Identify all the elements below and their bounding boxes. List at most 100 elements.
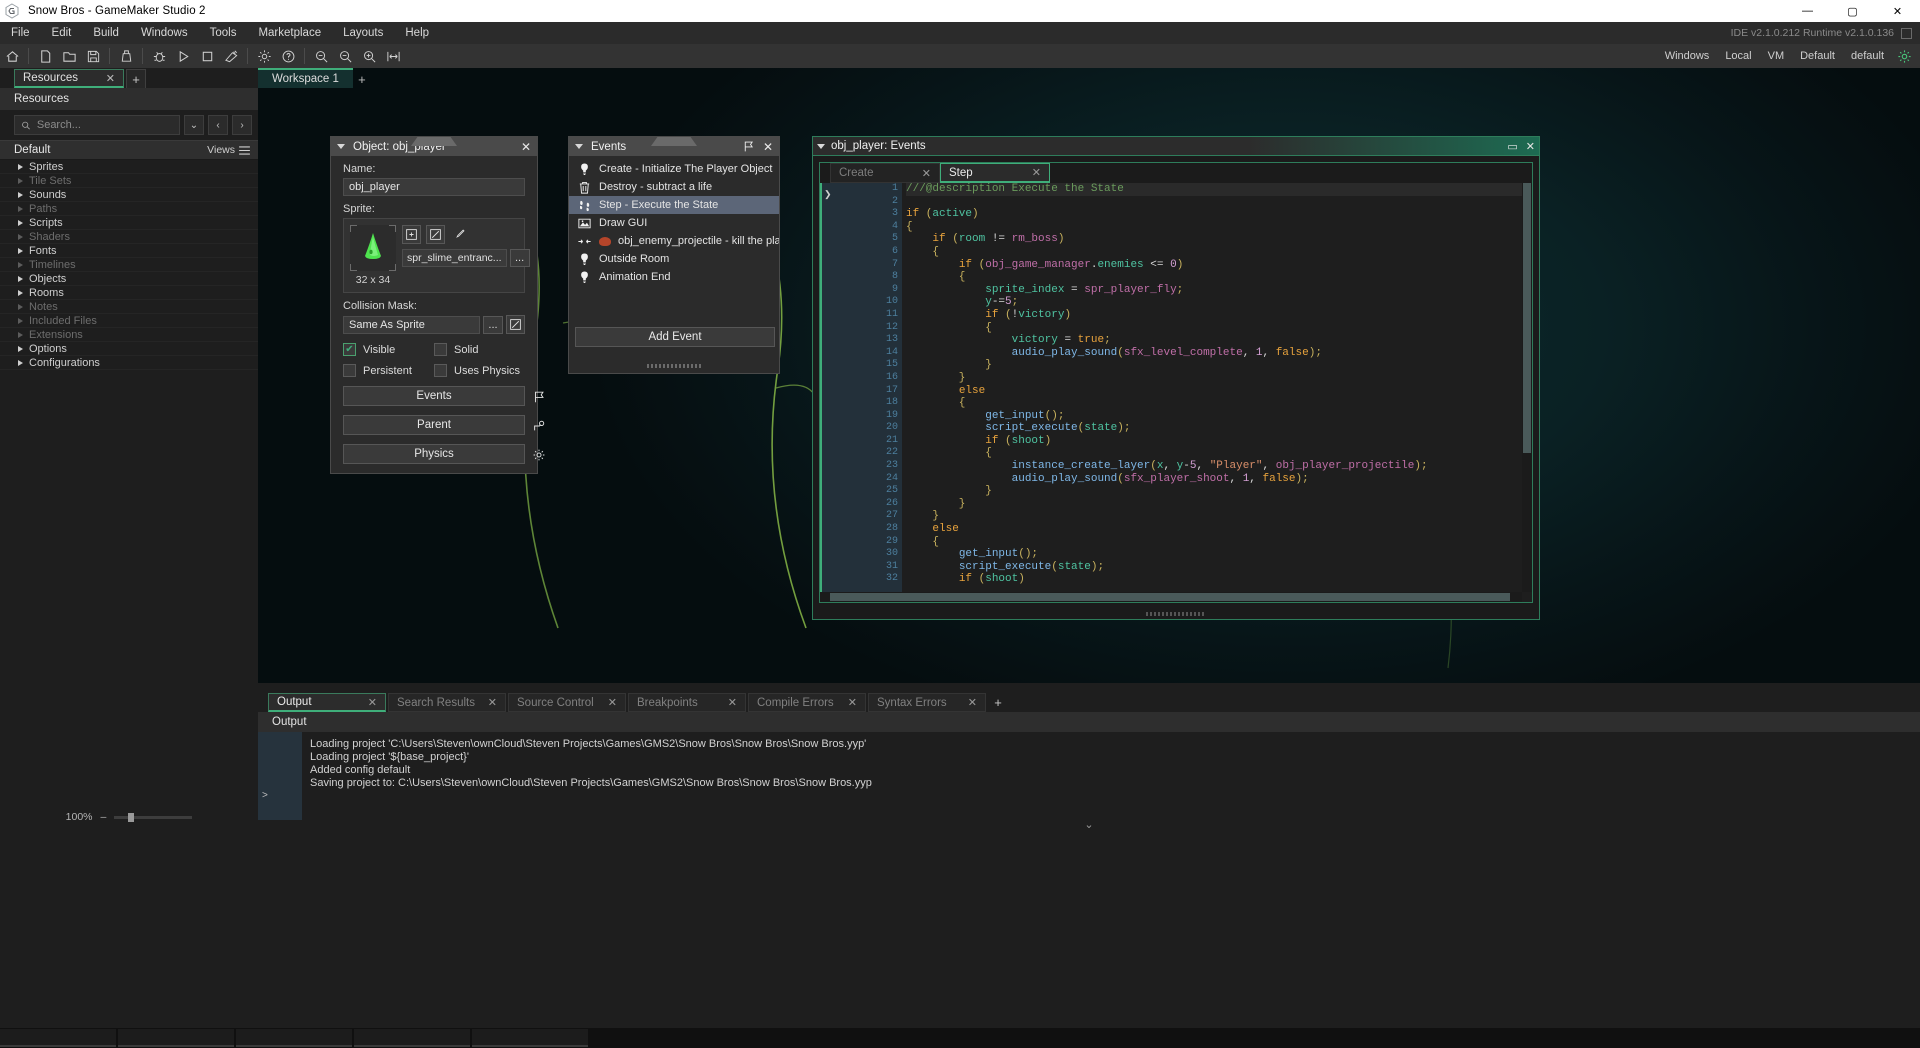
edit-sprite-icon[interactable] — [426, 225, 445, 244]
checkbox-box[interactable] — [434, 364, 447, 377]
tab-resources[interactable]: Resources ✕ — [14, 69, 124, 88]
gear-settings-icon[interactable] — [253, 46, 275, 66]
collapse-icon[interactable] — [817, 143, 825, 149]
code-window-titlebar[interactable]: obj_player: Events ▭ ✕ — [813, 137, 1539, 156]
code-vertical-scrollbar[interactable] — [1522, 183, 1532, 592]
scroll-thumb[interactable] — [830, 593, 1510, 601]
expand-triangle-icon[interactable] — [18, 303, 23, 310]
nav-forward-button[interactable]: › — [232, 115, 252, 135]
output-tab-breakpoints[interactable]: Breakpoints ✕ — [628, 693, 746, 712]
zoom-slider[interactable] — [114, 812, 193, 822]
resource-tree-item-rooms[interactable]: Rooms — [0, 286, 258, 300]
add-workspace-button[interactable]: + — [353, 70, 371, 88]
target-runtime[interactable]: VM — [1760, 50, 1793, 62]
nav-back-button[interactable]: ‹ — [208, 115, 228, 135]
taskbar-item[interactable] — [118, 1029, 234, 1047]
output-tab-close-icon[interactable]: ✕ — [728, 696, 737, 709]
stop-icon[interactable] — [196, 46, 218, 66]
events-window-titlebar[interactable]: Events ✕ — [569, 137, 779, 156]
taskbar-item[interactable] — [472, 1029, 588, 1047]
target-platform[interactable]: Windows — [1657, 50, 1718, 62]
resource-tree-item-fonts[interactable]: Fonts — [0, 244, 258, 258]
code-tab-close-icon[interactable]: ✕ — [922, 167, 931, 180]
zoom-in-icon[interactable] — [358, 46, 380, 66]
new-file-icon[interactable] — [34, 46, 56, 66]
maximize-button[interactable]: ▢ — [1830, 0, 1875, 22]
event-list-item[interactable]: Animation End — [569, 268, 779, 286]
checkbox-solid[interactable]: Solid — [434, 343, 525, 356]
event-list-item[interactable]: Create - Initialize The Player Object — [569, 160, 779, 178]
target-config[interactable]: Default — [1792, 50, 1843, 62]
menu-build[interactable]: Build — [82, 22, 130, 44]
taskbar-item[interactable] — [236, 1029, 352, 1047]
paint-brush-icon[interactable] — [450, 225, 469, 244]
resource-tree-item-scripts[interactable]: Scripts — [0, 216, 258, 230]
object-window-titlebar[interactable]: Object: obj_player ✕ — [331, 137, 537, 156]
menu-windows[interactable]: Windows — [130, 22, 199, 44]
resource-tree-item-sprites[interactable]: Sprites — [0, 160, 258, 174]
event-list-item[interactable]: Destroy - subtract a life — [569, 178, 779, 196]
expand-triangle-icon[interactable] — [18, 289, 23, 296]
target-profile[interactable]: default — [1843, 50, 1892, 62]
resource-tree-item-options[interactable]: Options — [0, 342, 258, 356]
menu-edit[interactable]: Edit — [41, 22, 83, 44]
expand-triangle-icon[interactable] — [18, 205, 23, 212]
expand-triangle-icon[interactable] — [18, 275, 23, 282]
checkbox-box[interactable] — [434, 343, 447, 356]
resource-group-default[interactable]: Default Views — [0, 140, 258, 160]
sprite-name-field[interactable]: spr_slime_entranc... — [402, 249, 507, 267]
object-editor-window[interactable]: Object: obj_player ✕ Name: obj_player Sp… — [330, 136, 545, 474]
add-panel-tab-button[interactable]: + — [126, 69, 146, 88]
resource-tree-item-extensions[interactable]: Extensions — [0, 328, 258, 342]
collapse-dock-chevron-icon[interactable]: ⌄ — [1084, 818, 1093, 831]
collision-mask-more-button[interactable]: ... — [483, 315, 503, 334]
event-list-item[interactable]: Step - Execute the State — [569, 196, 779, 214]
taskbar-item[interactable] — [354, 1029, 470, 1047]
code-fold-gutter[interactable] — [834, 183, 878, 602]
resource-tree-item-objects[interactable]: Objects — [0, 272, 258, 286]
minimize-button[interactable]: — — [1785, 0, 1830, 22]
resource-tree-item-paths[interactable]: Paths — [0, 202, 258, 216]
zoom-out-icon[interactable] — [310, 46, 332, 66]
code-window-minimize-icon[interactable]: ▭ — [1507, 140, 1517, 153]
expand-triangle-icon[interactable] — [18, 331, 23, 338]
resource-tree-item-shaders[interactable]: Shaders — [0, 230, 258, 244]
collision-mask-edit-icon[interactable] — [506, 315, 525, 334]
resize-grip[interactable] — [647, 364, 701, 368]
menu-file[interactable]: File — [0, 22, 41, 44]
events-button[interactable]: Events — [343, 386, 544, 406]
search-filter-chevron-icon[interactable]: ⌄ — [184, 115, 204, 135]
collision-mask-value[interactable]: Same As Sprite — [343, 315, 480, 334]
resource-tree-item-sounds[interactable]: Sounds — [0, 188, 258, 202]
save-icon[interactable] — [82, 46, 104, 66]
open-folder-icon[interactable] — [58, 46, 80, 66]
menu-help[interactable]: Help — [394, 22, 440, 44]
resource-tree-item-configurations[interactable]: Configurations — [0, 356, 258, 370]
output-tab-source-control[interactable]: Source Control ✕ — [508, 693, 626, 712]
collapse-icon[interactable] — [337, 144, 345, 149]
expand-triangle-icon[interactable] — [18, 345, 23, 352]
sprite-preview[interactable] — [350, 225, 396, 271]
resize-grip[interactable] — [1146, 612, 1206, 616]
object-name-input[interactable]: obj_player — [343, 178, 525, 196]
event-list-item[interactable]: Outside Room — [569, 250, 779, 268]
resource-tree-item-tile-sets[interactable]: Tile Sets — [0, 174, 258, 188]
zoom-fit-icon[interactable] — [334, 46, 356, 66]
code-horizontal-scrollbar[interactable] — [820, 592, 1522, 602]
physics-button[interactable]: Physics — [343, 444, 545, 464]
add-output-tab-button[interactable]: + — [988, 693, 1008, 712]
event-list-item[interactable]: obj_enemy_projectile - kill the player — [569, 232, 779, 250]
menu-layouts[interactable]: Layouts — [332, 22, 394, 44]
zoom-minus-icon[interactable]: – — [101, 811, 107, 823]
zoom-slider-knob[interactable] — [128, 812, 135, 822]
search-box[interactable] — [14, 115, 180, 135]
output-tab-close-icon[interactable]: ✕ — [368, 696, 377, 709]
expand-triangle-icon[interactable] — [18, 261, 23, 268]
event-list-item[interactable]: Draw GUI — [569, 214, 779, 232]
help-question-icon[interactable] — [277, 46, 299, 66]
menu-marketplace[interactable]: Marketplace — [247, 22, 332, 44]
expand-triangle-icon[interactable] — [18, 233, 23, 240]
output-tab-search-results[interactable]: Search Results ✕ — [388, 693, 506, 712]
code-editor-area[interactable]: ❯ 1 2 3 4 5 6 7 8 9 10 11 12 13 14 15 16 17 18 19 20 21 22 23 2… — [820, 183, 1532, 602]
code-text[interactable]: ///@description Execute the State if (ac… — [902, 183, 1532, 602]
